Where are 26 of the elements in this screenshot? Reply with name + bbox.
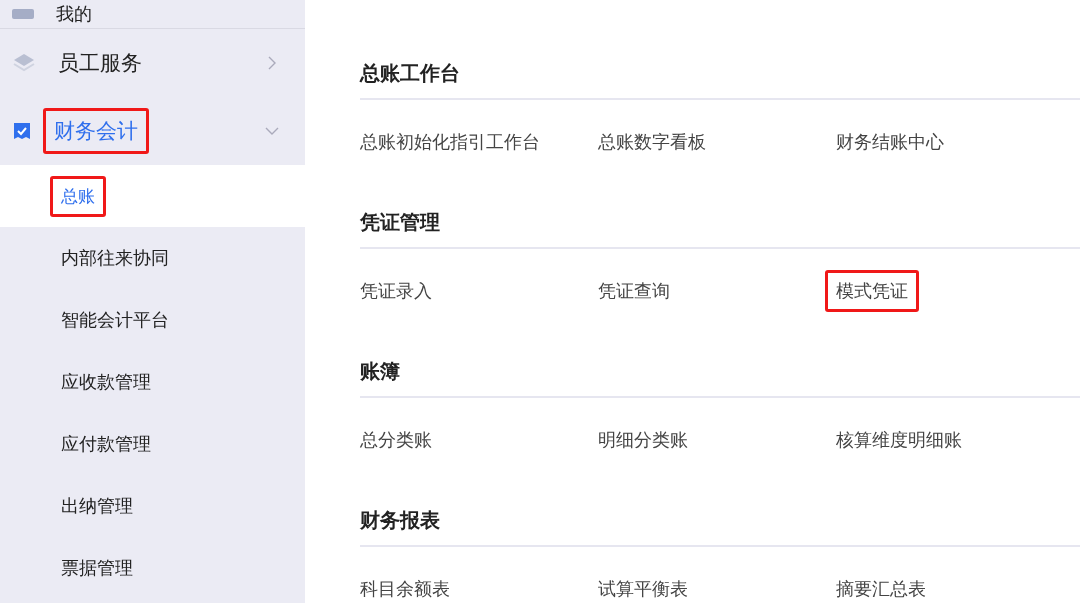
submenu-item[interactable]: 总账 (50, 175, 106, 217)
function-link[interactable]: 凭证查询 (587, 270, 681, 312)
function-link[interactable]: 试算平衡表 (587, 568, 699, 603)
submenu-item[interactable]: 票据管理 (50, 547, 144, 589)
submenu-item[interactable]: 出纳管理 (50, 485, 144, 527)
function-link[interactable]: 财务结账中心 (825, 121, 955, 163)
menu-item[interactable]: 员工服务 (47, 40, 254, 86)
submenu-item[interactable]: 智能会计平台 (50, 299, 180, 341)
section-title: 账簿 (360, 358, 401, 385)
function-link[interactable]: 模式凭证 (825, 270, 919, 312)
section-title: 财务报表 (360, 507, 441, 534)
function-link[interactable]: 总账数字看板 (587, 121, 717, 163)
submenu-item[interactable]: 应付款管理 (50, 423, 162, 465)
function-link[interactable]: 总分类账 (349, 419, 443, 461)
function-link[interactable]: 核算维度明细账 (825, 419, 973, 461)
section-title: 凭证管理 (360, 209, 441, 236)
function-link[interactable]: 科目余额表 (349, 568, 461, 603)
submenu-item[interactable]: 内部往来协同 (50, 237, 180, 279)
menu-item[interactable]: 我的 (45, 0, 290, 35)
section-title: 总账工作台 (360, 60, 461, 87)
submenu-item[interactable]: 应收款管理 (50, 361, 162, 403)
function-link[interactable]: 明细分类账 (587, 419, 699, 461)
function-link[interactable]: 总账初始化指引工作台 (349, 121, 551, 163)
function-link[interactable]: 摘要汇总表 (825, 568, 937, 603)
function-link[interactable]: 凭证录入 (349, 270, 443, 312)
menu-item[interactable]: 财务会计 (43, 108, 149, 154)
